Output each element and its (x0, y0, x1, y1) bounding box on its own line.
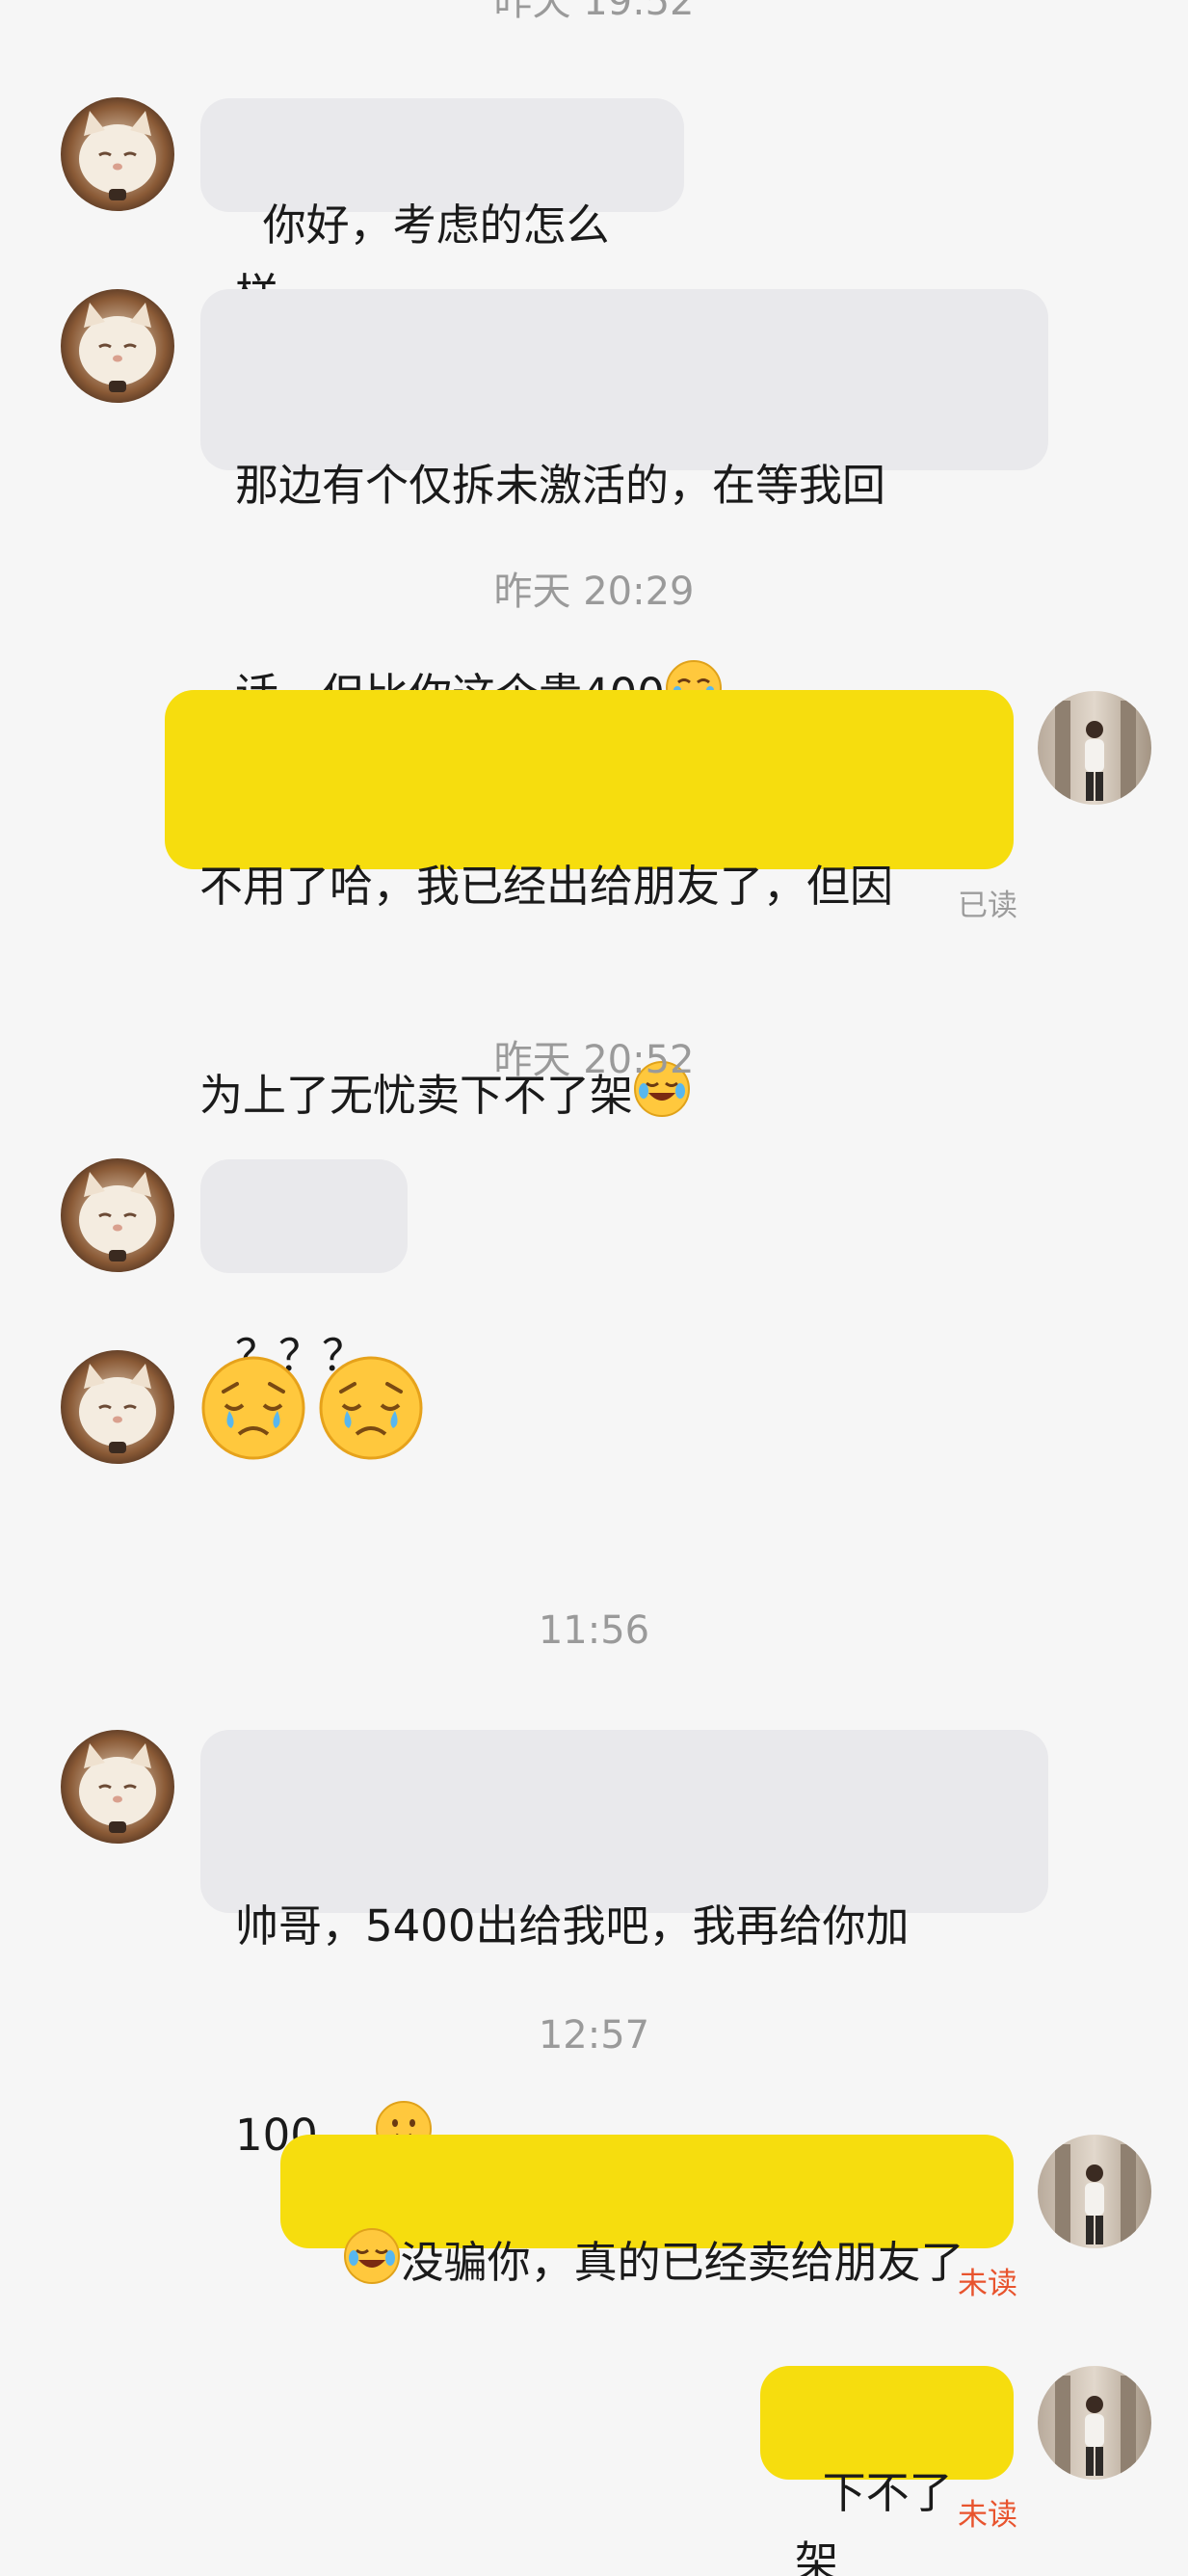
message-text: 下不了架 (795, 2467, 953, 2576)
timestamp: 昨天 19:52 (493, 0, 695, 24)
user-avatar-image (1038, 2366, 1151, 2480)
user-avatar[interactable] (1038, 691, 1151, 805)
incoming-message[interactable]: ？？？ (200, 1159, 408, 1381)
outgoing-message[interactable]: 不用了哈，我已经出给朋友了，但因 为上了无忧卖下不了架 (165, 690, 1014, 1121)
timestamp: 12:57 (538, 2013, 650, 2058)
user-avatar-image (1038, 691, 1151, 805)
contact-avatar[interactable] (61, 97, 174, 211)
user-avatar-image (1038, 2135, 1151, 2248)
cat-avatar-image (61, 1730, 174, 1844)
unread-status: 未读 (958, 2498, 1017, 2533)
cat-avatar-image (61, 289, 174, 403)
cat-avatar-image (61, 97, 174, 211)
contact-avatar[interactable] (61, 289, 174, 403)
outgoing-message[interactable]: 下不了架 (760, 2366, 1014, 2576)
cat-avatar-image (61, 1158, 174, 1272)
message-text-line: 那边有个仅拆未激活的，在等我回 (235, 460, 886, 511)
timestamp: 昨天 20:29 (493, 570, 695, 614)
timestamp: 昨天 20:52 (493, 1038, 695, 1082)
message-text: 没骗你，真的已经卖给朋友了 (400, 2237, 964, 2288)
cat-avatar-image (61, 1350, 174, 1464)
pensive-tear-face-icon (201, 1356, 305, 1460)
pensive-tear-face-icon (319, 1356, 423, 1460)
contact-avatar[interactable] (61, 1350, 174, 1464)
user-avatar[interactable] (1038, 2135, 1151, 2248)
read-status: 已读 (958, 889, 1017, 923)
incoming-message[interactable]: 帅哥，5400出给我吧，我再给你加 100， (200, 1730, 1048, 2161)
message-text-line: 不用了哈，我已经出给朋友了，但因 (199, 861, 894, 912)
incoming-message[interactable]: 你好，考虑的怎么样 (200, 98, 684, 320)
contact-avatar[interactable] (61, 1730, 174, 1844)
incoming-message[interactable]: 那边有个仅拆未激活的，在等我回 话，但比你这个贵400 (200, 289, 1048, 720)
contact-avatar[interactable] (61, 1158, 174, 1272)
emoji-message[interactable] (200, 1351, 432, 1465)
tears-of-joy-icon (343, 2227, 401, 2285)
outgoing-message[interactable]: 没骗你，真的已经卖给朋友了 (280, 2135, 1014, 2288)
timestamp: 11:56 (538, 1608, 650, 1653)
message-text-line: 帅哥，5400出给我吧，我再给你加 (235, 1900, 910, 1952)
user-avatar[interactable] (1038, 2366, 1151, 2480)
unread-status: 未读 (958, 2267, 1017, 2301)
